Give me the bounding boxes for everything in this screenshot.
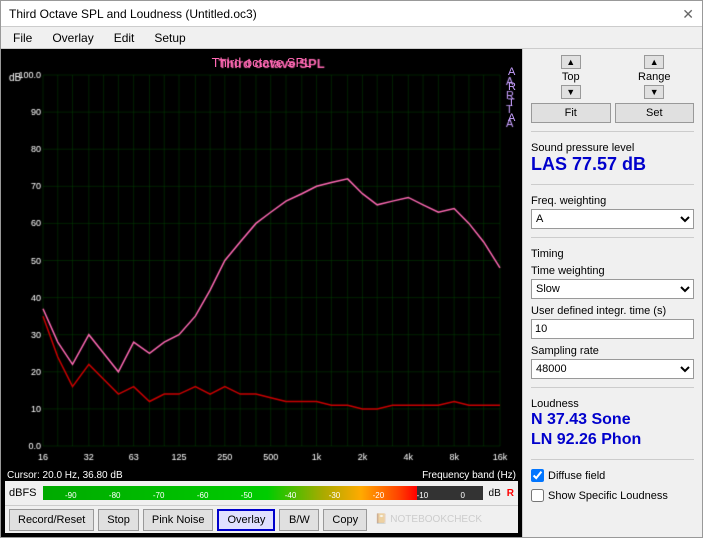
top-range-controls: ▲ Top ▼ ▲ Range ▼ Fit Set bbox=[531, 55, 694, 123]
integr-time-input[interactable] bbox=[531, 319, 694, 339]
overlay-button[interactable]: Overlay bbox=[217, 509, 275, 531]
watermark-label: 📔 NOTEBOOKCHECK bbox=[375, 514, 482, 525]
fit-button[interactable]: Fit bbox=[531, 103, 611, 123]
close-button[interactable]: ✕ bbox=[682, 7, 694, 21]
diffuse-field-row: Diffuse field bbox=[531, 468, 694, 482]
loudness-value-1: N 37.43 Sone bbox=[531, 410, 694, 431]
stop-button[interactable]: Stop bbox=[98, 509, 139, 531]
timing-label: Timing bbox=[531, 248, 694, 260]
window-title: Third Octave SPL and Loudness (Untitled.… bbox=[9, 7, 257, 21]
spl-value: LAS 77.57 dB bbox=[531, 154, 694, 176]
diffuse-field-checkbox[interactable] bbox=[531, 469, 544, 482]
loudness-section-label: Loudness bbox=[531, 398, 694, 410]
r-channel-label: R bbox=[507, 488, 514, 499]
right-panel: ▲ Top ▼ ▲ Range ▼ Fit Set Sound pressure… bbox=[522, 49, 702, 537]
set-button[interactable]: Set bbox=[615, 103, 695, 123]
loudness-value-2: LN 92.26 Phon bbox=[531, 430, 694, 451]
menu-overlay[interactable]: Overlay bbox=[48, 30, 97, 46]
dbfs-row: dBFS -90 -80 -70 -60 -50 -40 -30 -20 -10 bbox=[5, 481, 518, 505]
bw-button[interactable]: B/W bbox=[279, 509, 319, 531]
separator-2 bbox=[531, 184, 694, 185]
integr-time-label: User defined integr. time (s) bbox=[531, 305, 694, 317]
range-down-button[interactable]: ▼ bbox=[644, 85, 664, 99]
sampling-rate-dropdown[interactable]: 44100 48000 96000 bbox=[531, 359, 694, 379]
menu-file[interactable]: File bbox=[9, 30, 36, 46]
menu-bar: File Overlay Edit Setup bbox=[1, 27, 702, 49]
db-suffix-label: dB bbox=[489, 488, 501, 499]
sampling-rate-label: Sampling rate bbox=[531, 345, 694, 357]
chart-title: Third octave SPL bbox=[5, 55, 518, 70]
title-bar: Third Octave SPL and Loudness (Untitled.… bbox=[1, 1, 702, 27]
main-content: Third octave SPL ARTA Cursor: 20.0 Hz, 3… bbox=[1, 49, 702, 537]
separator-1 bbox=[531, 131, 694, 132]
sampling-rate-row: Sampling rate 44100 48000 96000 bbox=[531, 343, 694, 379]
spl-section: Sound pressure level LAS 77.57 dB bbox=[531, 140, 694, 176]
separator-3 bbox=[531, 237, 694, 238]
menu-edit[interactable]: Edit bbox=[110, 30, 139, 46]
copy-button[interactable]: Copy bbox=[323, 509, 367, 531]
diffuse-field-label: Diffuse field bbox=[548, 470, 605, 482]
freq-weighting-label: Freq. weighting bbox=[531, 195, 694, 207]
show-specific-label: Show Specific Loudness bbox=[548, 490, 668, 502]
time-weighting-label: Time weighting bbox=[531, 265, 694, 277]
chart-area: Third octave SPL ARTA Cursor: 20.0 Hz, 3… bbox=[1, 49, 522, 537]
separator-4 bbox=[531, 387, 694, 388]
timing-section: Timing Time weighting Slow Fast Impulse … bbox=[531, 246, 694, 379]
cursor-info: Cursor: 20.0 Hz, 36.80 dB bbox=[7, 470, 123, 481]
level-meter-fill bbox=[43, 486, 417, 500]
top-label: Top bbox=[562, 71, 580, 83]
top-up-button[interactable]: ▲ bbox=[561, 55, 581, 69]
time-weighting-dropdown[interactable]: Slow Fast Impulse bbox=[531, 279, 694, 299]
time-weighting-row: Time weighting Slow Fast Impulse bbox=[531, 263, 694, 299]
top-control-group: ▲ Top ▼ bbox=[531, 55, 611, 99]
separator-5 bbox=[531, 459, 694, 460]
chart-wrapper: Third octave SPL ARTA bbox=[5, 53, 518, 470]
range-label: Range bbox=[638, 71, 670, 83]
bottom-buttons: Record/Reset Stop Pink Noise Overlay B/W… bbox=[5, 505, 518, 533]
freq-weighting-dropdown[interactable]: A B C Z bbox=[531, 209, 694, 229]
level-meter: -90 -80 -70 -60 -50 -40 -30 -20 -10 0 bbox=[43, 486, 483, 500]
menu-setup[interactable]: Setup bbox=[150, 30, 189, 46]
show-specific-row: Show Specific Loudness bbox=[531, 488, 694, 502]
freq-band-label: Frequency band (Hz) bbox=[422, 470, 516, 481]
range-control-group: ▲ Range ▼ bbox=[615, 55, 695, 99]
record-reset-button[interactable]: Record/Reset bbox=[9, 509, 94, 531]
loudness-section: Loudness N 37.43 Sone LN 92.26 Phon bbox=[531, 396, 694, 452]
freq-weighting-control: Freq. weighting A B C Z bbox=[531, 193, 694, 229]
top-down-button[interactable]: ▼ bbox=[561, 85, 581, 99]
integr-time-row: User defined integr. time (s) bbox=[531, 303, 694, 339]
arta-label: ARTA bbox=[508, 65, 516, 127]
range-up-button[interactable]: ▲ bbox=[644, 55, 664, 69]
spl-chart-canvas bbox=[5, 53, 518, 470]
pink-noise-button[interactable]: Pink Noise bbox=[143, 509, 214, 531]
show-specific-checkbox[interactable] bbox=[531, 489, 544, 502]
spl-section-label: Sound pressure level bbox=[531, 142, 694, 154]
dbfs-label: dBFS bbox=[9, 487, 39, 499]
main-window: Third Octave SPL and Loudness (Untitled.… bbox=[0, 0, 703, 538]
